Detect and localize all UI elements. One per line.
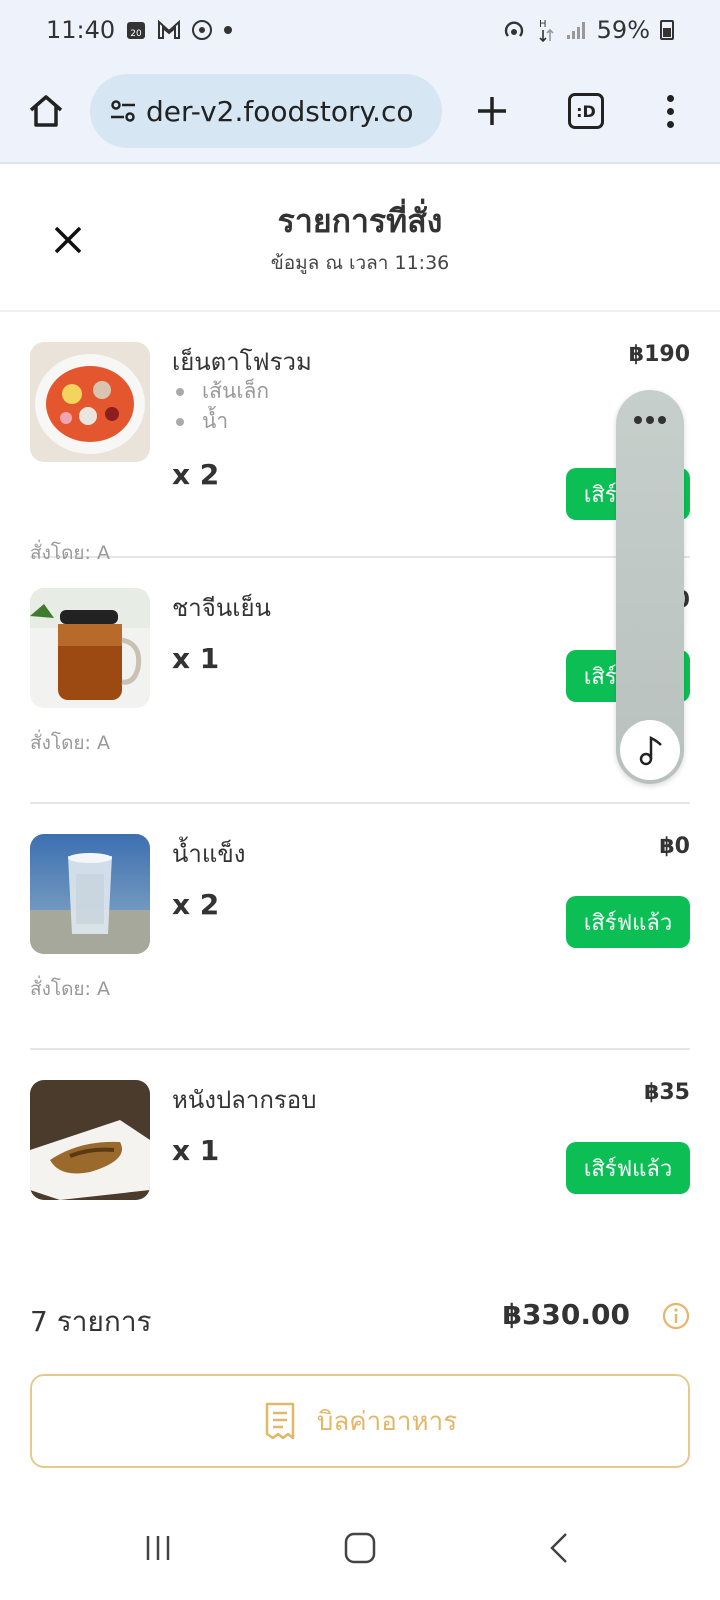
more-options-icon[interactable] (616, 416, 684, 424)
order-item: เย็นตาโฟรวม ฿190 เส้นเล็ก น้ำ x 2 เสิร์ฟ… (30, 312, 690, 564)
item-quantity: x 1 (172, 1134, 220, 1167)
order-item: หนังปลากรอบ ฿35 x 1 เสิร์ฟแล้ว (30, 1050, 690, 1250)
signal-icon (565, 19, 587, 41)
system-nav-bar (0, 1492, 720, 1600)
battery-icon (660, 20, 674, 40)
address-bar[interactable]: der-v2.foodstory.co (90, 74, 442, 148)
status-time: 11:40 (46, 16, 116, 44)
browser-toolbar: der-v2.foodstory.co :D (0, 60, 720, 164)
page-header: รายการที่สั่ง ข้อมูล ณ เวลา 11:36 (0, 164, 720, 312)
svg-text:H: H (539, 19, 547, 30)
item-option: น้ำ (172, 406, 269, 436)
bill-button-label: บิลค่าอาหาร (316, 1406, 458, 1437)
item-count: 7 รายการ (30, 1305, 152, 1338)
home-nav-button[interactable] (340, 1528, 380, 1568)
item-quantity: x 1 (172, 642, 220, 675)
order-item: ชาจีนเย็น ฿0 x 1 เสิร์ฟแล้ว สั่งโดย: A (30, 558, 690, 804)
ordered-by: สั่งโดย: A (30, 978, 110, 1000)
data-icon: H (537, 17, 555, 43)
bill-button[interactable]: บิลค่าอาหาร (30, 1374, 690, 1468)
recent-apps-button[interactable] (140, 1528, 180, 1568)
home-square-icon (344, 1532, 376, 1564)
calendar-icon: 20 (125, 19, 147, 41)
item-price: ฿35 (644, 1080, 690, 1105)
receipt-icon (265, 1402, 295, 1440)
recents-icon (146, 1536, 170, 1560)
ordered-by: สั่งโดย: A (30, 732, 110, 754)
plus-icon (478, 97, 506, 125)
tab-switcher-label: :D (576, 101, 596, 121)
back-icon (550, 1533, 567, 1563)
item-price: ฿190 (628, 342, 690, 367)
food-image (30, 342, 150, 462)
browser-menu-button[interactable] (660, 94, 680, 128)
page-title: รายการที่สั่ง (277, 202, 443, 240)
served-status-button[interactable]: เสิร์ฟแล้ว (566, 1142, 690, 1194)
info-icon[interactable] (662, 1302, 690, 1330)
url-text: der-v2.foodstory.co (146, 94, 414, 128)
food-image (30, 834, 150, 954)
svg-text:20: 20 (130, 29, 142, 39)
item-name: ชาจีนเย็น (172, 594, 271, 622)
item-name: น้ำแข็ง (172, 840, 246, 868)
item-name: หนังปลากรอบ (172, 1086, 317, 1114)
floating-player-panel[interactable] (616, 390, 684, 784)
back-button[interactable] (540, 1528, 580, 1568)
new-tab-button[interactable] (472, 91, 512, 131)
gmail-icon (157, 20, 181, 40)
order-summary: 7 รายการ ฿330.00 บิลค่าอาหาร (0, 1262, 720, 1492)
item-price: ฿0 (659, 834, 690, 859)
page-subtitle: ข้อมูล ณ เวลา 11:36 (270, 252, 450, 274)
hotspot-icon (501, 18, 527, 42)
item-options: เส้นเล็ก น้ำ (172, 376, 269, 436)
item-quantity: x 2 (172, 458, 220, 491)
status-bar: 11:40 20 H 59% (0, 0, 720, 60)
food-image (30, 588, 150, 708)
order-total: ฿330.00 (502, 1298, 630, 1331)
home-button[interactable] (24, 89, 68, 133)
order-list[interactable]: เย็นตาโฟรวม ฿190 เส้นเล็ก น้ำ x 2 เสิร์ฟ… (0, 312, 720, 1262)
battery-percent: 59% (596, 16, 650, 44)
site-settings-icon[interactable] (106, 94, 140, 128)
order-item: น้ำแข็ง ฿0 x 2 เสิร์ฟแล้ว สั่งโดย: A (30, 804, 690, 1050)
home-icon (29, 95, 63, 127)
item-option: เส้นเล็ก (172, 376, 269, 406)
served-status-button[interactable]: เสิร์ฟแล้ว (566, 896, 690, 948)
item-quantity: x 2 (172, 888, 220, 921)
food-image (30, 1080, 150, 1200)
music-note-icon[interactable] (620, 720, 680, 780)
dot-icon (223, 25, 233, 35)
tab-switcher-button[interactable]: :D (568, 93, 604, 129)
soccer-icon (191, 19, 213, 41)
